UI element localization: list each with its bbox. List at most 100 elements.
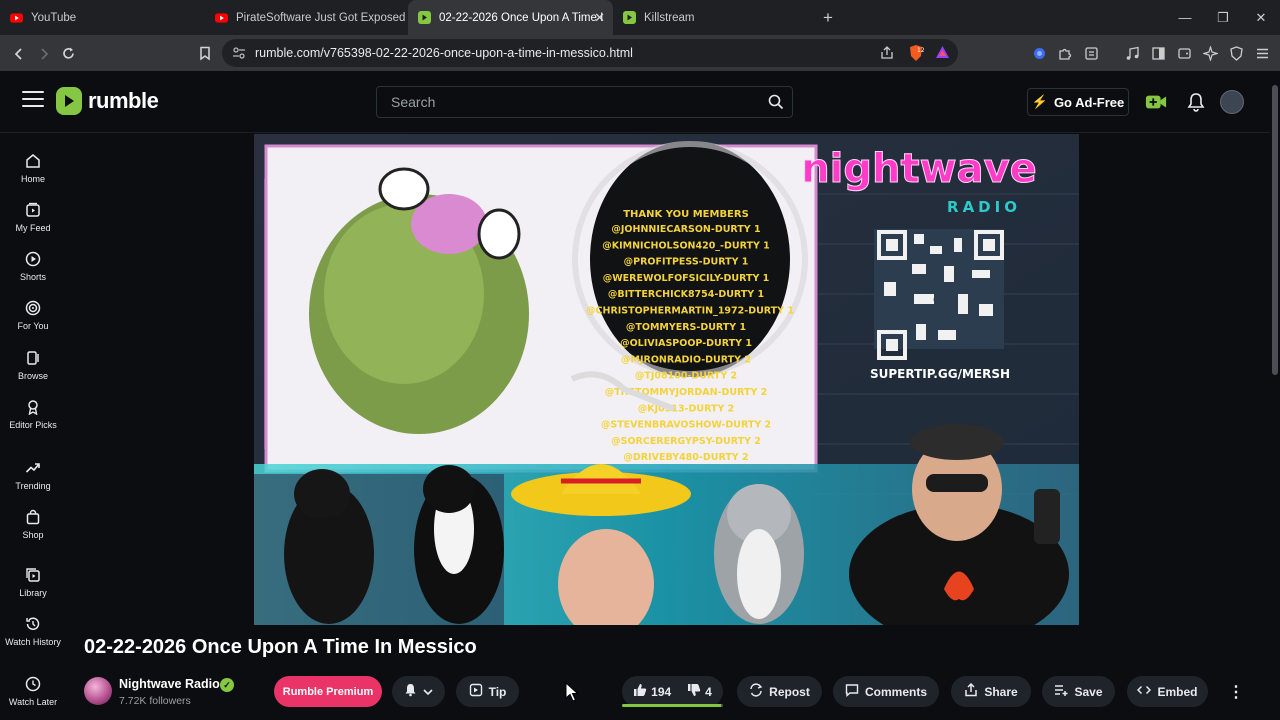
- comments-button[interactable]: Comments: [833, 676, 939, 707]
- dislike-count: 4: [705, 684, 712, 699]
- sidebar-item-editor-picks[interactable]: Editor Picks: [0, 398, 66, 430]
- browser-tab-active[interactable]: 02-22-2026 Once Upon A Time I ✕: [408, 0, 613, 35]
- member-name: @CHRISTOPHERMARTIN_1972-DURTY 1: [586, 306, 794, 317]
- close-window-icon[interactable]: ✕: [1242, 0, 1280, 35]
- sidebar-item-my-feed[interactable]: My Feed: [0, 201, 66, 233]
- user-avatar[interactable]: [1220, 90, 1244, 114]
- brave-shields-icon[interactable]: 12: [908, 44, 925, 67]
- thumbs-up-icon[interactable]: [633, 683, 647, 700]
- member-name: @STEVENBRAVOSHOW-DURTY 2: [601, 420, 771, 431]
- sidebar-item-watch-history[interactable]: Watch History: [0, 615, 66, 647]
- close-tab-icon[interactable]: ✕: [594, 10, 605, 26]
- adfree-label: Go Ad-Free: [1053, 94, 1125, 110]
- playlist-add-icon: [1054, 683, 1068, 700]
- sidebar-toggle-icon[interactable]: [1149, 44, 1168, 63]
- share-button[interactable]: Share: [951, 676, 1031, 707]
- svg-text:$: $: [932, 290, 946, 314]
- rumble-logo[interactable]: rumble: [56, 87, 159, 115]
- lightning-icon: ⚡: [1031, 94, 1048, 109]
- share-page-icon[interactable]: [880, 46, 894, 65]
- leo-ai-icon[interactable]: [1201, 44, 1220, 63]
- browser-tab[interactable]: PirateSoftware Just Got Exposed AGA: [205, 0, 408, 35]
- browser-tab[interactable]: Killstream: [613, 0, 818, 35]
- svg-text:THANK YOU MEMBERS: THANK YOU MEMBERS: [623, 209, 749, 220]
- share-icon: [964, 682, 978, 700]
- back-arrow-icon[interactable]: [6, 41, 31, 66]
- follower-count: 7.72K followers: [119, 695, 191, 707]
- embed-button[interactable]: Embed: [1127, 676, 1208, 707]
- search-icon[interactable]: [768, 94, 784, 115]
- thumbs-down-icon[interactable]: [687, 683, 701, 700]
- sidebar-item-browse[interactable]: Browse: [0, 349, 66, 381]
- member-name: @KIMNICHOLSON420_-DURTY 1: [602, 240, 770, 251]
- channel-avatar[interactable]: [84, 677, 112, 705]
- scrollbar-thumb[interactable]: [1272, 85, 1278, 375]
- reload-icon[interactable]: [56, 41, 81, 66]
- save-label: Save: [1074, 684, 1103, 699]
- sidebar-item-watch-later[interactable]: Watch Later: [0, 675, 66, 707]
- repost-icon: [749, 683, 763, 700]
- sidebar-item-for-you[interactable]: For You: [0, 299, 66, 331]
- tip-label: Tip: [488, 684, 507, 699]
- sidebar-item-shop[interactable]: Shop: [0, 508, 66, 540]
- address-bar[interactable]: rumble.com/v765398-02-22-2026-once-upon-…: [222, 39, 958, 67]
- repost-button[interactable]: Repost: [737, 676, 822, 707]
- notifications-bell-icon[interactable]: [1185, 91, 1207, 113]
- site-settings-icon[interactable]: [232, 46, 246, 65]
- sidebar-item-shorts[interactable]: Shorts: [0, 250, 66, 282]
- browser-menu-icon[interactable]: [1253, 44, 1272, 63]
- window-controls: — ❐ ✕: [1166, 0, 1280, 35]
- search-box: [376, 86, 793, 118]
- tip-button[interactable]: Tip: [456, 676, 519, 707]
- browse-icon: [24, 349, 42, 367]
- tab-title: 02-22-2026 Once Upon A Time I: [439, 11, 604, 24]
- member-name: @JOHNNIECARSON-DURTY 1: [611, 224, 760, 235]
- save-button[interactable]: Save: [1042, 676, 1115, 707]
- verified-check-icon: ✓: [220, 678, 234, 692]
- sidebar-item-label: Browse: [17, 371, 48, 381]
- reader-mode-icon[interactable]: [1082, 44, 1101, 63]
- hamburger-menu-icon[interactable]: [22, 91, 44, 109]
- rumble-premium-button[interactable]: Rumble Premium: [274, 676, 382, 707]
- sidebar-item-trending[interactable]: Trending: [0, 459, 66, 491]
- puzzle-icon[interactable]: [1056, 44, 1075, 63]
- sidebar-item-label: Shop: [22, 530, 44, 540]
- tip-icon: [469, 683, 483, 700]
- member-name: @MJRONRADIO-DURTY 2: [621, 354, 751, 365]
- channel-name[interactable]: Nightwave Radio: [119, 677, 220, 691]
- browser-tab[interactable]: YouTube: [0, 0, 205, 35]
- notification-settings-button[interactable]: [392, 676, 445, 707]
- video-player[interactable]: THANK YOU MEMBERS @JOHNNIECARSON-DURTY 1…: [254, 134, 1079, 625]
- svg-text:nightwave: nightwave: [801, 146, 1037, 192]
- sidebar-item-home[interactable]: Home: [0, 152, 66, 184]
- go-ad-free-button[interactable]: ⚡ Go Ad-Free: [1027, 88, 1129, 116]
- trending-icon: [24, 459, 42, 477]
- wallet-icon[interactable]: [1175, 44, 1194, 63]
- restore-icon[interactable]: ❐: [1204, 0, 1242, 35]
- search-input[interactable]: [377, 94, 757, 110]
- brave-rewards-icon[interactable]: [935, 45, 950, 65]
- member-name: @SORCERERGYPSY-DURTY 2: [611, 436, 761, 447]
- vpn-icon[interactable]: [1030, 44, 1049, 63]
- upload-video-icon[interactable]: [1145, 91, 1167, 113]
- sidebar-item-library[interactable]: Library: [0, 566, 66, 598]
- youtube-icon: [10, 11, 23, 24]
- code-icon: [1137, 683, 1152, 700]
- new-tab-button[interactable]: +: [818, 8, 838, 28]
- video-title: 02-22-2026 Once Upon A Time In Messico: [84, 636, 477, 658]
- vpn-shield-icon[interactable]: [1227, 44, 1246, 63]
- forward-arrow-icon[interactable]: [31, 41, 56, 66]
- sidebar-item-label: Watch Later: [8, 697, 58, 707]
- minimize-icon[interactable]: —: [1166, 0, 1204, 35]
- member-name: @WEREWOLFOFSICILY-DURTY 1: [603, 273, 770, 284]
- member-name: @DRIVEBY480-DURTY 2: [623, 452, 748, 463]
- tab-title: YouTube: [31, 11, 77, 24]
- logo-text: rumble: [88, 88, 159, 113]
- bookmark-icon[interactable]: [192, 41, 217, 66]
- repost-label: Repost: [769, 684, 810, 699]
- member-name: @BITTERCHICK8754-DURTY 1: [608, 289, 764, 300]
- history-icon: [24, 615, 42, 633]
- more-options-icon[interactable]: ⋮: [1227, 682, 1245, 702]
- media-icon[interactable]: [1123, 44, 1142, 63]
- page-scrollbar[interactable]: [1270, 71, 1280, 720]
